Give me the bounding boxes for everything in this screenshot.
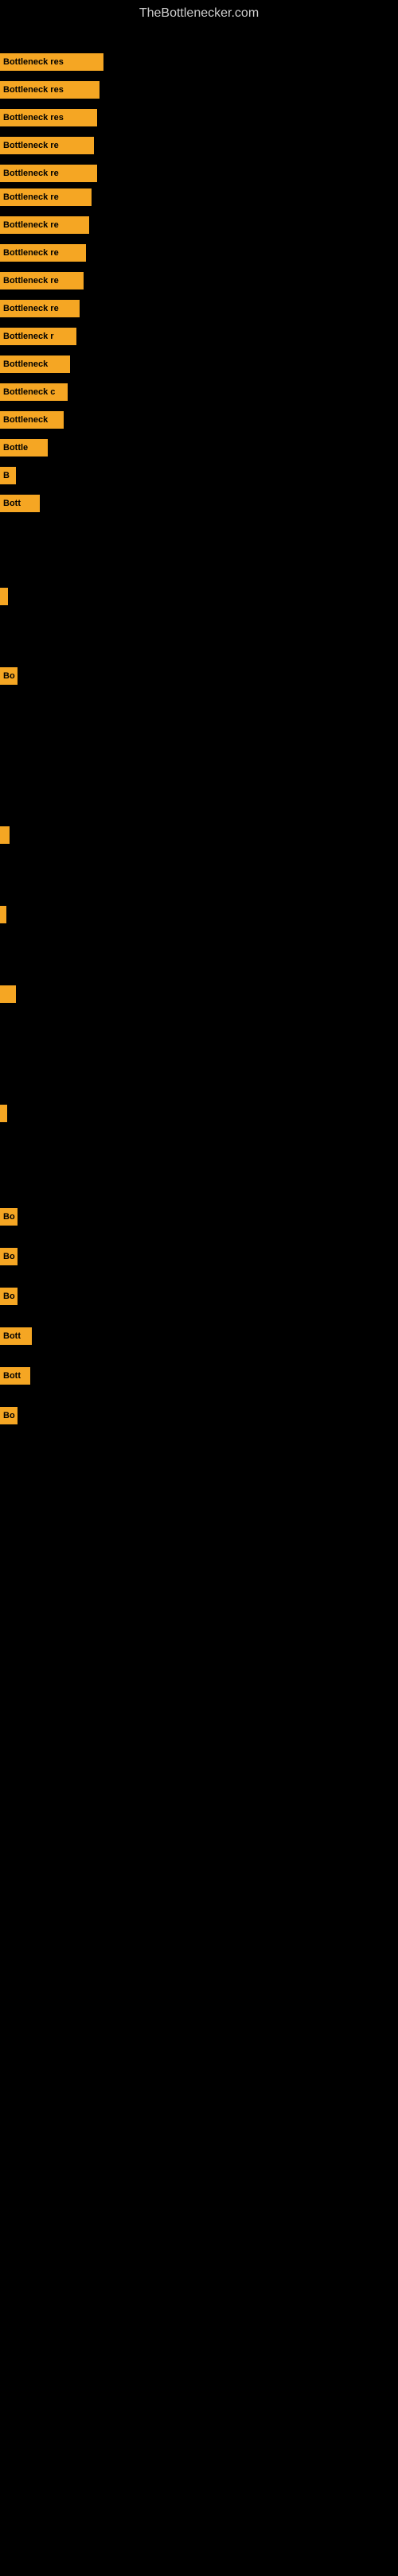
- bar-label: Bottleneck res: [0, 109, 97, 126]
- bar-label: Bottleneck re: [0, 300, 80, 317]
- bar-item: Bottleneck: [0, 411, 64, 429]
- bar-item: Bottleneck re: [0, 216, 89, 234]
- bar-item: Bottleneck c: [0, 383, 68, 401]
- site-title: TheBottlenecker.com: [0, 0, 398, 27]
- bar-label: [0, 588, 8, 605]
- bar-label: B: [0, 467, 16, 484]
- bar-label: Bottleneck re: [0, 244, 86, 262]
- bar-item: Bottleneck re: [0, 272, 84, 289]
- bar-label: Bottleneck re: [0, 216, 89, 234]
- bar-label: Bott: [0, 1367, 30, 1385]
- bar-label: Bo: [0, 667, 18, 685]
- bar-label: Bott: [0, 495, 40, 512]
- bar-label: Bottleneck re: [0, 137, 94, 154]
- bar-label: Bottleneck res: [0, 81, 100, 99]
- bar-item: [0, 588, 8, 605]
- bar-label: Bottleneck re: [0, 188, 92, 206]
- bar-item: Bottleneck re: [0, 300, 80, 317]
- bar-label: Bott: [0, 1327, 32, 1345]
- bar-item: Bo: [0, 1407, 18, 1424]
- bar-item: Bo: [0, 1288, 18, 1305]
- bar-label: Bottle: [0, 439, 48, 457]
- bar-item: Bottleneck re: [0, 244, 86, 262]
- bar-item: Bo: [0, 667, 18, 685]
- bar-label: Bottleneck: [0, 356, 70, 373]
- bar-item: B: [0, 467, 16, 484]
- bar-item: [0, 1105, 7, 1122]
- bar-label: Bo: [0, 1288, 18, 1305]
- bar-item: Bottleneck re: [0, 165, 97, 182]
- bar-item: Bott: [0, 1367, 30, 1385]
- bar-label: [0, 1105, 7, 1122]
- bar-label: Bo: [0, 1248, 18, 1265]
- bar-label: Bottleneck c: [0, 383, 68, 401]
- bar-item: Bottleneck res: [0, 53, 103, 71]
- bar-label: Bottleneck: [0, 411, 64, 429]
- bar-label: Bottleneck re: [0, 165, 97, 182]
- bar-item: Bottle: [0, 439, 48, 457]
- bar-label: [0, 985, 16, 1003]
- bar-label: [0, 826, 10, 844]
- bar-item: [0, 906, 6, 923]
- bar-label: [0, 906, 6, 923]
- bar-item: Bottleneck res: [0, 109, 97, 126]
- bar-item: Bottleneck r: [0, 328, 76, 345]
- bar-label: Bo: [0, 1407, 18, 1424]
- bar-item: Bo: [0, 1248, 18, 1265]
- bar-item: [0, 985, 16, 1003]
- bar-item: Bo: [0, 1208, 18, 1226]
- bar-label: Bo: [0, 1208, 18, 1226]
- bar-item: Bottleneck: [0, 356, 70, 373]
- bar-item: Bott: [0, 495, 40, 512]
- bar-item: Bottleneck re: [0, 137, 94, 154]
- bar-item: [0, 826, 10, 844]
- bar-item: Bott: [0, 1327, 32, 1345]
- bar-label: Bottleneck res: [0, 53, 103, 71]
- bar-item: Bottleneck re: [0, 188, 92, 206]
- bar-label: Bottleneck r: [0, 328, 76, 345]
- bar-item: Bottleneck res: [0, 81, 100, 99]
- bar-label: Bottleneck re: [0, 272, 84, 289]
